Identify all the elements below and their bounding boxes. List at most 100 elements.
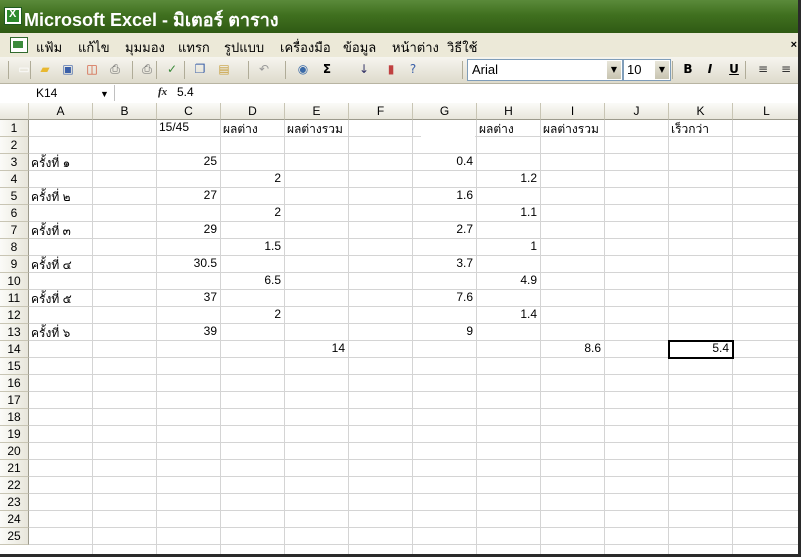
row-header-4[interactable]: 4 [0, 171, 29, 188]
chart-wizard-icon[interactable]: ▮ [383, 61, 399, 77]
print-preview-icon[interactable]: ⎙ [139, 61, 155, 77]
cell-C3[interactable]: 25 [157, 154, 217, 171]
cell-H6[interactable]: 1.1 [477, 205, 537, 222]
chevron-down-icon[interactable]: ▼ [607, 61, 621, 79]
underline-icon[interactable]: U [726, 61, 742, 77]
paste-icon[interactable]: ▤ [216, 61, 232, 77]
row-header-2[interactable]: 2 [0, 137, 29, 154]
help-icon[interactable]: ? [405, 61, 421, 77]
permission-icon[interactable]: ◫ [84, 61, 100, 77]
row-header-16[interactable]: 16 [0, 375, 29, 392]
cell-G11[interactable]: 7.6 [413, 290, 473, 307]
cell-D8[interactable]: 1.5 [221, 239, 281, 256]
cell-D6[interactable]: 2 [221, 205, 281, 222]
cell-G13[interactable]: 9 [413, 324, 473, 341]
row-header-20[interactable]: 20 [0, 443, 29, 460]
row-header-24[interactable]: 24 [0, 511, 29, 528]
cell-G3[interactable]: 0.4 [413, 154, 473, 171]
function-icon[interactable]: fx [158, 86, 167, 98]
cell-D4[interactable]: 2 [221, 171, 281, 188]
cell-H4[interactable]: 1.2 [477, 171, 537, 188]
row-header-19[interactable]: 19 [0, 426, 29, 443]
cell-G7[interactable]: 2.7 [413, 222, 473, 239]
cell-G9[interactable]: 3.7 [413, 256, 473, 273]
row-header-7[interactable]: 7 [0, 222, 29, 239]
undo-icon[interactable]: ↶ [256, 61, 272, 77]
document-icon[interactable] [10, 37, 28, 53]
italic-icon[interactable]: I [702, 61, 718, 77]
bold-icon[interactable]: B [680, 61, 696, 77]
cell-C9[interactable]: 30.5 [157, 256, 217, 273]
chevron-down-icon[interactable]: ▼ [655, 61, 669, 79]
row-header-14[interactable]: 14 [0, 341, 29, 358]
menu-item-5[interactable]: รูปแบบ [224, 37, 264, 58]
sort-asc-icon[interactable]: ↓ [356, 61, 372, 77]
name-box[interactable]: K14 ▼ [2, 85, 115, 101]
cell-A11[interactable]: ครั้งที่ ๕ [31, 290, 72, 307]
cell-D10[interactable]: 6.5 [221, 273, 281, 290]
cell-H10[interactable]: 4.9 [477, 273, 537, 290]
menu-item-9[interactable]: วิธีใช้ [447, 37, 477, 58]
menu-item-6[interactable]: เครื่องมือ [280, 37, 331, 58]
cell-D12[interactable]: 2 [221, 307, 281, 324]
cell-H8[interactable]: 1 [477, 239, 537, 256]
font-size-select[interactable]: 10 ▼ [623, 59, 671, 81]
row-header-9[interactable]: 9 [0, 256, 29, 273]
cell-G5[interactable]: 1.6 [413, 188, 473, 205]
cell-A9[interactable]: ครั้งที่ ๔ [31, 256, 72, 273]
column-header-A[interactable]: A [29, 103, 93, 120]
row-header-5[interactable]: 5 [0, 188, 29, 205]
cell-K1[interactable]: เร็วกว่า [671, 120, 709, 137]
column-header-G[interactable]: G [413, 103, 477, 120]
row-header-17[interactable]: 17 [0, 392, 29, 409]
select-all-corner[interactable] [0, 103, 29, 120]
column-header-L[interactable]: L [733, 103, 801, 120]
excel-app-icon[interactable] [4, 7, 22, 25]
cell-A13[interactable]: ครั้งที่ ๖ [31, 324, 70, 341]
cell-H12[interactable]: 1.4 [477, 307, 537, 324]
row-header-10[interactable]: 10 [0, 273, 29, 290]
save-icon[interactable]: ▣ [60, 61, 76, 77]
menu-item-8[interactable]: หน้าต่าง [392, 37, 439, 58]
hyperlink-icon[interactable]: ◉ [295, 61, 311, 77]
close-workbook-icon[interactable]: × [791, 39, 797, 51]
cell-E14[interactable]: 14 [285, 341, 345, 358]
worksheet-grid[interactable]: A B C D E F G H I J K L 1 2 3 4 5 6 7 8 9 10 11 12 13 14 15 16 17 18 1… [0, 103, 801, 557]
formula-input[interactable]: 5.4 [177, 85, 194, 99]
cell-D1[interactable]: ผลต่าง [223, 120, 258, 137]
row-header-21[interactable]: 21 [0, 460, 29, 477]
cell-E1[interactable]: ผลต่างรวม [287, 120, 343, 137]
cell-C7[interactable]: 29 [157, 222, 217, 239]
cell-A3[interactable]: ครั้งที่ ๑ [31, 154, 70, 171]
title-bar[interactable]: Microsoft Excel - มิเตอร์ ตาราง [0, 0, 801, 33]
align-left-icon[interactable]: ≡ [755, 61, 771, 77]
row-header-25[interactable]: 25 [0, 528, 29, 545]
cell-H1[interactable]: ผลต่าง [479, 120, 514, 137]
column-header-J[interactable]: J [605, 103, 669, 120]
row-header-8[interactable]: 8 [0, 239, 29, 256]
cell-C5[interactable]: 27 [157, 188, 217, 205]
column-header-E[interactable]: E [285, 103, 349, 120]
menu-item-2[interactable]: แก้ไข [78, 37, 110, 58]
copy-icon[interactable]: ❐ [192, 61, 208, 77]
column-header-C[interactable]: C [157, 103, 221, 120]
open-icon[interactable]: ▰ [37, 61, 53, 77]
row-header-22[interactable]: 22 [0, 477, 29, 494]
cell-A5[interactable]: ครั้งที่ ๒ [31, 188, 71, 205]
cell-A7[interactable]: ครั้งที่ ๓ [31, 222, 71, 239]
cell-I14[interactable]: 8.6 [541, 341, 601, 358]
cell-C13[interactable]: 39 [157, 324, 217, 341]
menu-item-7[interactable]: ข้อมูล [343, 37, 376, 58]
row-header-1[interactable]: 1 [0, 120, 29, 137]
column-header-H[interactable]: H [477, 103, 541, 120]
row-header-12[interactable]: 12 [0, 307, 29, 324]
row-header-11[interactable]: 11 [0, 290, 29, 307]
menu-item-3[interactable]: มุมมอง [125, 37, 165, 58]
spelling-icon[interactable]: ✓ [164, 61, 180, 77]
row-header-15[interactable]: 15 [0, 358, 29, 375]
row-header-18[interactable]: 18 [0, 409, 29, 426]
column-header-B[interactable]: B [93, 103, 157, 120]
column-header-K[interactable]: K [669, 103, 733, 120]
chevron-down-icon[interactable]: ▼ [100, 89, 109, 99]
font-name-select[interactable]: Arial ▼ [467, 59, 623, 81]
